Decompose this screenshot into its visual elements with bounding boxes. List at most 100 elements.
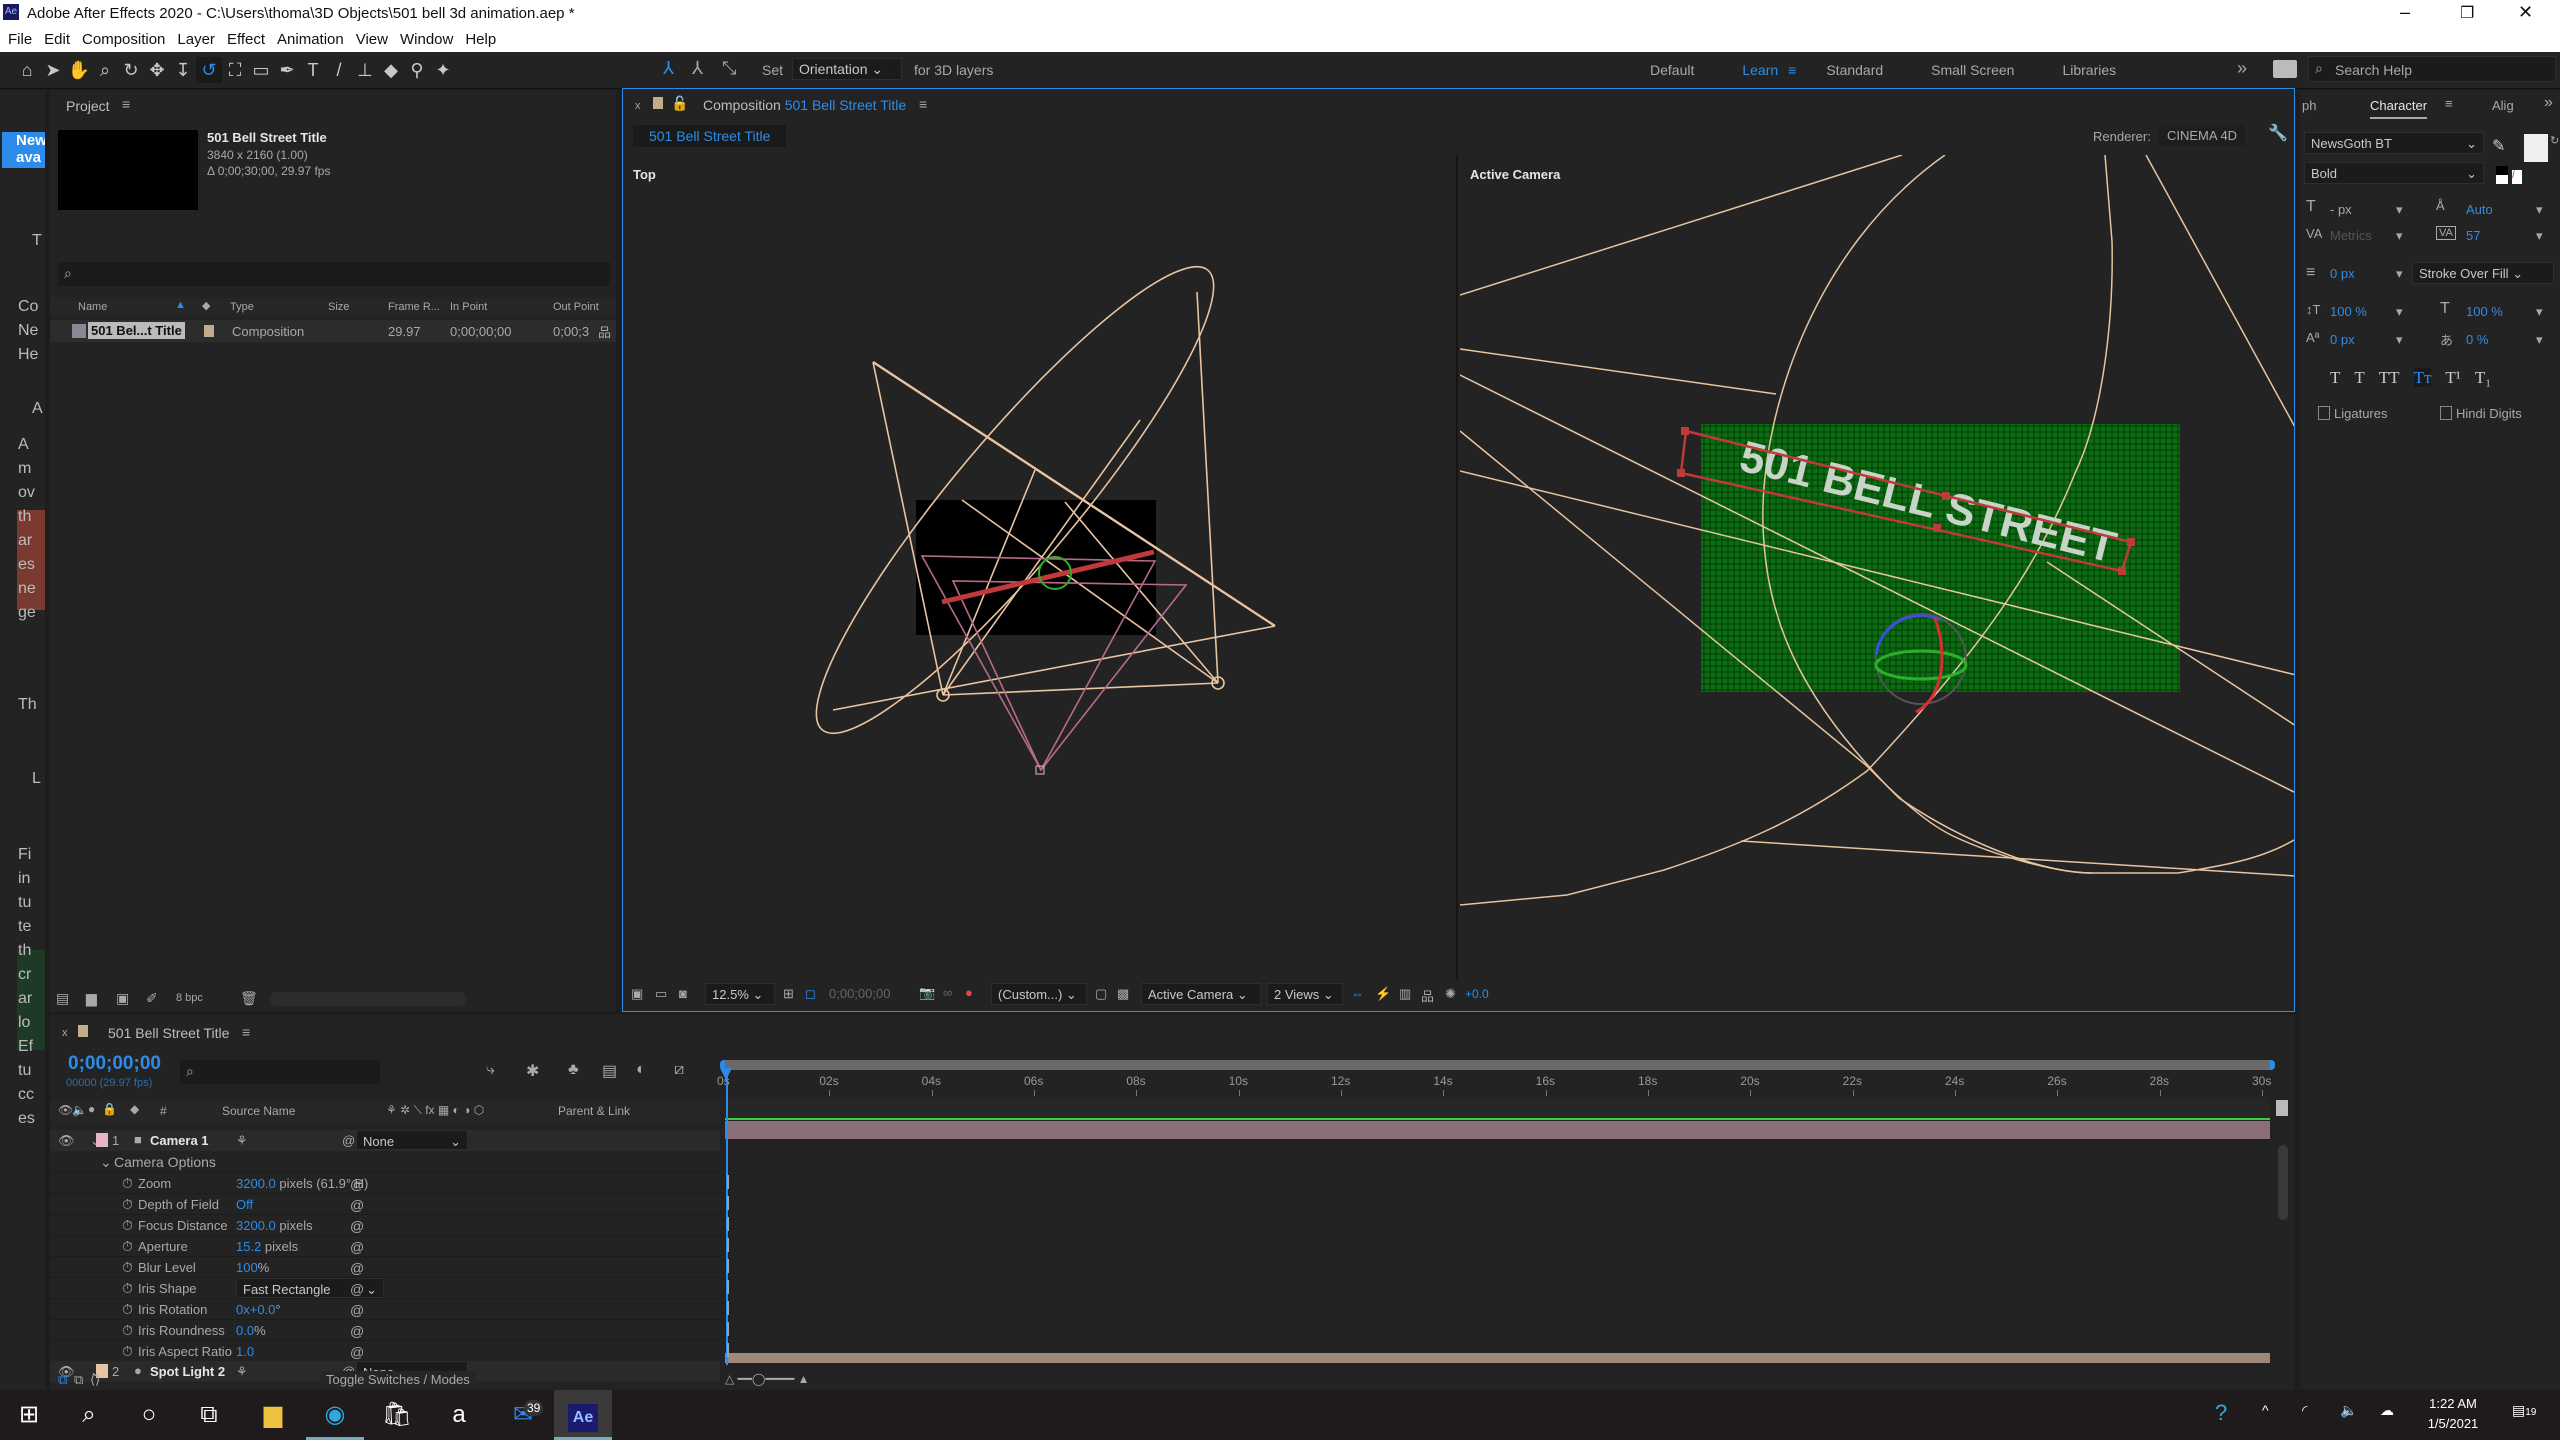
workspace-default[interactable]: Default (1650, 62, 1694, 78)
visibility-eye-icon[interactable]: 👁 (58, 1133, 75, 1149)
wrench-icon[interactable]: 🔧 (2268, 123, 2288, 143)
new-composition-icon[interactable]: ▣ (116, 990, 129, 1007)
roto-brush-tool-icon[interactable]: ⚲ (404, 57, 430, 83)
graph-editor-icon[interactable]: ⧄ (674, 1061, 684, 1079)
stopwatch-icon[interactable]: ⏱ (122, 1322, 133, 1339)
keyframe-marker[interactable] (727, 1217, 729, 1231)
file-explorer-icon[interactable]: ▆ (244, 1390, 302, 1440)
property-value[interactable]: 0x+0.0 (236, 1302, 275, 1317)
project-panel-title[interactable]: Project (66, 98, 110, 114)
stopwatch-icon[interactable]: ⏱ (122, 1259, 133, 1276)
property-value[interactable]: 100 (236, 1260, 258, 1275)
menu-animation[interactable]: Animation (277, 31, 344, 48)
puppet-tool-icon[interactable]: ✦ (430, 57, 456, 83)
workspace-small-screen[interactable]: Small Screen (1931, 62, 2014, 78)
toggle-mask-icon[interactable]: ◻ (805, 986, 816, 1002)
monitor-icon[interactable]: ▭ (655, 986, 667, 1002)
channel-icon[interactable]: ● (965, 985, 973, 1000)
show-hidden-icons[interactable]: ^ (2262, 1402, 2269, 1418)
transparency-grid-icon[interactable]: ▩ (1117, 986, 1129, 1002)
keyframe-marker[interactable] (727, 1301, 729, 1315)
zoom-tool-icon[interactable]: ⌕ (92, 57, 118, 83)
project-scrollbar[interactable] (270, 992, 466, 1006)
col-out-point[interactable]: Out Point (553, 301, 599, 313)
leading-value[interactable]: Auto (2466, 202, 2493, 217)
tab-align[interactable]: Alig (2492, 98, 2514, 113)
keyframe-marker[interactable] (727, 1259, 729, 1273)
text-style-button[interactable]: T₁ (2475, 368, 2491, 387)
panel-menu-icon[interactable]: ≡ (2445, 96, 2453, 111)
layer-row[interactable]: 👁 ⌄ 1 ■ Camera 1 ⚘ @ None⌄ (50, 1130, 720, 1151)
flowchart-icon[interactable]: 品 (598, 322, 611, 341)
pan-tool-icon[interactable]: ✥ (144, 57, 170, 83)
edge-icon[interactable]: ◉ (306, 1390, 364, 1440)
stopwatch-icon[interactable]: ⏱ (122, 1196, 133, 1213)
grid-guide-icon[interactable]: ⊞ (783, 986, 794, 1002)
keyframe-marker[interactable] (727, 1175, 729, 1189)
tsume-value[interactable]: 0 % (2466, 332, 2488, 347)
notifications-icon[interactable]: ▤19 (2512, 1402, 2536, 1419)
stopwatch-icon[interactable]: ⏱ (122, 1175, 133, 1192)
col-parent-link[interactable]: Parent & Link (558, 1104, 630, 1118)
sync-settings-icon[interactable] (2273, 60, 2297, 78)
layer-name[interactable]: Camera 1 (150, 1133, 209, 1148)
property-value[interactable]: 15.2 (236, 1239, 261, 1254)
composition-mini-flowchart-icon[interactable]: ⤷ (486, 1061, 495, 1079)
brush-tool-icon[interactable]: / (326, 57, 352, 83)
timeline-tab[interactable]: 501 Bell Street Title (108, 1025, 229, 1041)
type-tool-icon[interactable]: T (300, 57, 326, 83)
menu-file[interactable]: File (8, 31, 32, 48)
clock-date[interactable]: 1/5/2021 (2420, 1416, 2486, 1431)
selection-tool-icon[interactable]: ➤ (40, 57, 66, 83)
audio-icon[interactable]: 🔈 (72, 1103, 87, 1117)
reset-exposure-icon[interactable]: ✺ (1445, 986, 1456, 1002)
comp-navigator-tab[interactable]: 501 Bell Street Title (633, 125, 787, 147)
search-icon[interactable]: ⌕ (60, 1390, 118, 1440)
kerning-value[interactable]: Metrics (2330, 228, 2372, 243)
stroke-mode-select[interactable]: Stroke Over Fill ⌄ (2412, 262, 2554, 284)
rotate-tool-icon[interactable]: ↺ (196, 57, 222, 83)
hindi-digits-checkbox[interactable] (2440, 406, 2452, 420)
default-colors-icon[interactable] (2496, 166, 2508, 184)
shy-layers-icon[interactable]: ♣ (568, 1061, 579, 1079)
font-size-value[interactable]: - px (2330, 202, 2352, 217)
clock-time[interactable]: 1:22 AM (2420, 1396, 2486, 1411)
layer-bar-spot-light-2[interactable] (725, 1353, 2270, 1363)
project-search-input[interactable]: ⌕ (58, 262, 610, 286)
label-icon[interactable]: ◆ (202, 299, 210, 312)
stopwatch-icon[interactable]: ⏱ (122, 1301, 133, 1318)
share-view-options-icon[interactable]: ⇔ (1351, 986, 1364, 1001)
property-group[interactable]: ⌄ Camera Options (50, 1151, 720, 1172)
keyframe-marker[interactable] (727, 1343, 729, 1357)
property-value[interactable]: Off (236, 1197, 253, 1212)
workspace-menu-icon[interactable]: ≡ (1788, 62, 1796, 78)
stopwatch-icon[interactable]: ⏱ (122, 1217, 133, 1234)
eraser-tool-icon[interactable]: ◆ (378, 57, 404, 83)
vertical-scale-value[interactable]: 100 % (2330, 304, 2367, 319)
video-visibility-icon[interactable]: 👁 (58, 1103, 73, 1117)
adjust-settings-icon[interactable]: ✐ (146, 990, 158, 1007)
panel-menu-icon[interactable]: ≡ (919, 96, 927, 112)
snapshot-icon[interactable]: 📷 (919, 985, 935, 1001)
zoom-slider[interactable]: △ ━━◯━━━━ ▲ (725, 1372, 845, 1386)
lock-icon[interactable]: 🔒 (102, 1102, 117, 1116)
close-icon[interactable]: ✕ (2518, 2, 2533, 23)
lock-icon[interactable]: 🔓 (671, 95, 688, 112)
bit-depth-button[interactable]: 8 bpc (176, 992, 203, 1004)
expression-pick-whip-icon[interactable]: @ (350, 1260, 364, 1276)
close-tab-icon[interactable]: x (62, 1027, 68, 1039)
expression-pick-whip-icon[interactable]: @ (350, 1218, 364, 1234)
store-icon[interactable]: 🛍 (368, 1390, 426, 1440)
shy-switch-icon[interactable]: ⚘ (236, 1133, 248, 1149)
comp-tab[interactable]: Composition 501 Bell Street Title (703, 97, 906, 113)
timeline-search-input[interactable]: ⌕ (180, 1060, 380, 1084)
col-name[interactable]: Name (78, 301, 107, 313)
draft-3d-icon[interactable]: ✱ (526, 1061, 539, 1081)
transfer-controls-icon[interactable]: ⧉ (74, 1372, 83, 1388)
pen-tool-icon[interactable]: ✒ (274, 57, 300, 83)
col-type[interactable]: Type (230, 301, 254, 313)
col-in-point[interactable]: In Point (450, 301, 487, 313)
label-icon[interactable]: ◆ (130, 1102, 139, 1116)
orbit-tool-icon[interactable]: ↻ (118, 57, 144, 83)
property-value[interactable]: 0.0 (236, 1323, 254, 1338)
